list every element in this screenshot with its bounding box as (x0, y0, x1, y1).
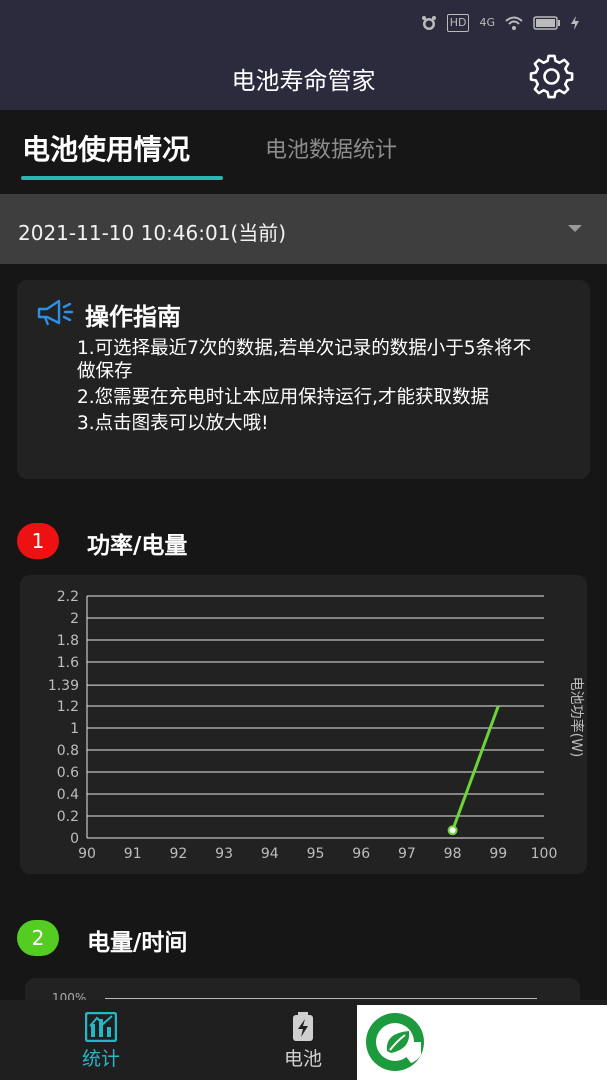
guide-list: 1.可选择最近7次的数据,若单次记录的数据小于5条将不做保存 2.您需要在充电时… (77, 337, 547, 438)
x-tick-label: 92 (169, 846, 187, 862)
record-select[interactable]: 2021-11-10 10:46:01(当前) (0, 194, 607, 264)
megaphone-icon (37, 299, 74, 326)
y-tick-label: 2.2 (57, 589, 79, 605)
y-tick-label: 0.8 (57, 743, 79, 759)
x-tick-label: 94 (261, 846, 279, 862)
tab-battery-stats[interactable]: 电池数据统计 (265, 132, 397, 164)
guide-item: 2.您需要在充电时让本应用保持运行,才能获取数据 (77, 387, 490, 408)
grid-line (105, 998, 537, 999)
x-tick-label: 98 (444, 846, 462, 862)
tab-bar: 电池使用情况 电池数据统计 (0, 110, 607, 192)
section-title: 功率/电量 (87, 533, 188, 559)
y-tick-label: 1.39 (48, 678, 79, 694)
app-title: 电池寿命管家 (231, 67, 376, 95)
y-tick-label: 1.6 (57, 655, 79, 671)
y-tick-label: 1 (70, 721, 79, 737)
leaf-logo-icon (366, 1013, 424, 1071)
record-select-value: 2021-11-10 10:46:01(当前) (18, 221, 287, 245)
nav-item-battery[interactable]: 电池 (253, 1000, 353, 1080)
battery-icon (533, 16, 560, 30)
chart-icon (85, 1012, 117, 1042)
nav-label: 统计 (81, 1048, 120, 1070)
4g-signal-icon: 4G (479, 16, 495, 29)
x-tick-label: 95 (307, 846, 325, 862)
y-tick-label: 1.8 (57, 633, 79, 649)
watermark-logo (357, 1005, 607, 1080)
x-tick-label: 91 (124, 846, 142, 862)
status-icons: HD 4G (421, 14, 579, 32)
dropdown-arrow-icon (568, 225, 582, 232)
x-tick-label: 93 (215, 846, 233, 862)
power-chart[interactable]: 0 0.2 0.4 0.6 0.8 1 1.2 1.39 1.6 1.8 2 2.2 90 91 92 93 9… (20, 575, 587, 874)
x-tick-label: 97 (398, 846, 416, 862)
section-title: 电量/时间 (87, 930, 188, 956)
y-tick-label: 0.6 (57, 765, 79, 781)
tab-battery-usage[interactable]: 电池使用情况 (22, 128, 190, 168)
gear-icon[interactable] (529, 54, 575, 100)
power-chart-card[interactable]: 0 0.2 0.4 0.6 0.8 1 1.2 1.39 1.6 1.8 2 2.2 90 91 92 93 9… (20, 575, 587, 874)
x-tick-label: 99 (489, 846, 507, 862)
tab-active-indicator (21, 176, 223, 180)
nav-item-stats[interactable]: 统计 (51, 1000, 151, 1080)
guide-item: 3.点击图表可以放大哦! (77, 413, 269, 434)
y-tick-label: 0.2 (57, 809, 79, 825)
wifi-icon (505, 16, 523, 30)
hd-icon: HD (446, 14, 470, 32)
x-tick-label: 100 (531, 846, 558, 862)
y-tick-label: 1.2 (57, 699, 79, 715)
y-tick-label: 2 (70, 611, 79, 627)
nav-label: 电池 (283, 1048, 322, 1070)
app-bar: 电池寿命管家 (0, 46, 607, 110)
guide-card: 操作指南 1.可选择最近7次的数据,若单次记录的数据小于5条将不做保存 2.您需… (17, 280, 590, 479)
status-bar: HD 4G (0, 0, 607, 46)
y-tick-label: 0 (70, 831, 79, 847)
section-badge: 1 (17, 523, 59, 559)
x-tick-label: 96 (352, 846, 370, 862)
x-tick-label: 90 (78, 846, 96, 862)
charging-icon (571, 16, 579, 30)
data-point (447, 825, 458, 836)
y-axis-label: 电池功率(W) (568, 677, 585, 758)
alarm-icon (421, 16, 436, 30)
section-badge: 2 (17, 920, 59, 956)
y-tick-label: 0.4 (57, 787, 79, 803)
guide-item: 1.可选择最近7次的数据,若单次记录的数据小于5条将不做保存 (77, 338, 532, 382)
guide-title: 操作指南 (85, 303, 181, 331)
battery-charge-icon (293, 1012, 313, 1041)
series-line (451, 705, 500, 831)
